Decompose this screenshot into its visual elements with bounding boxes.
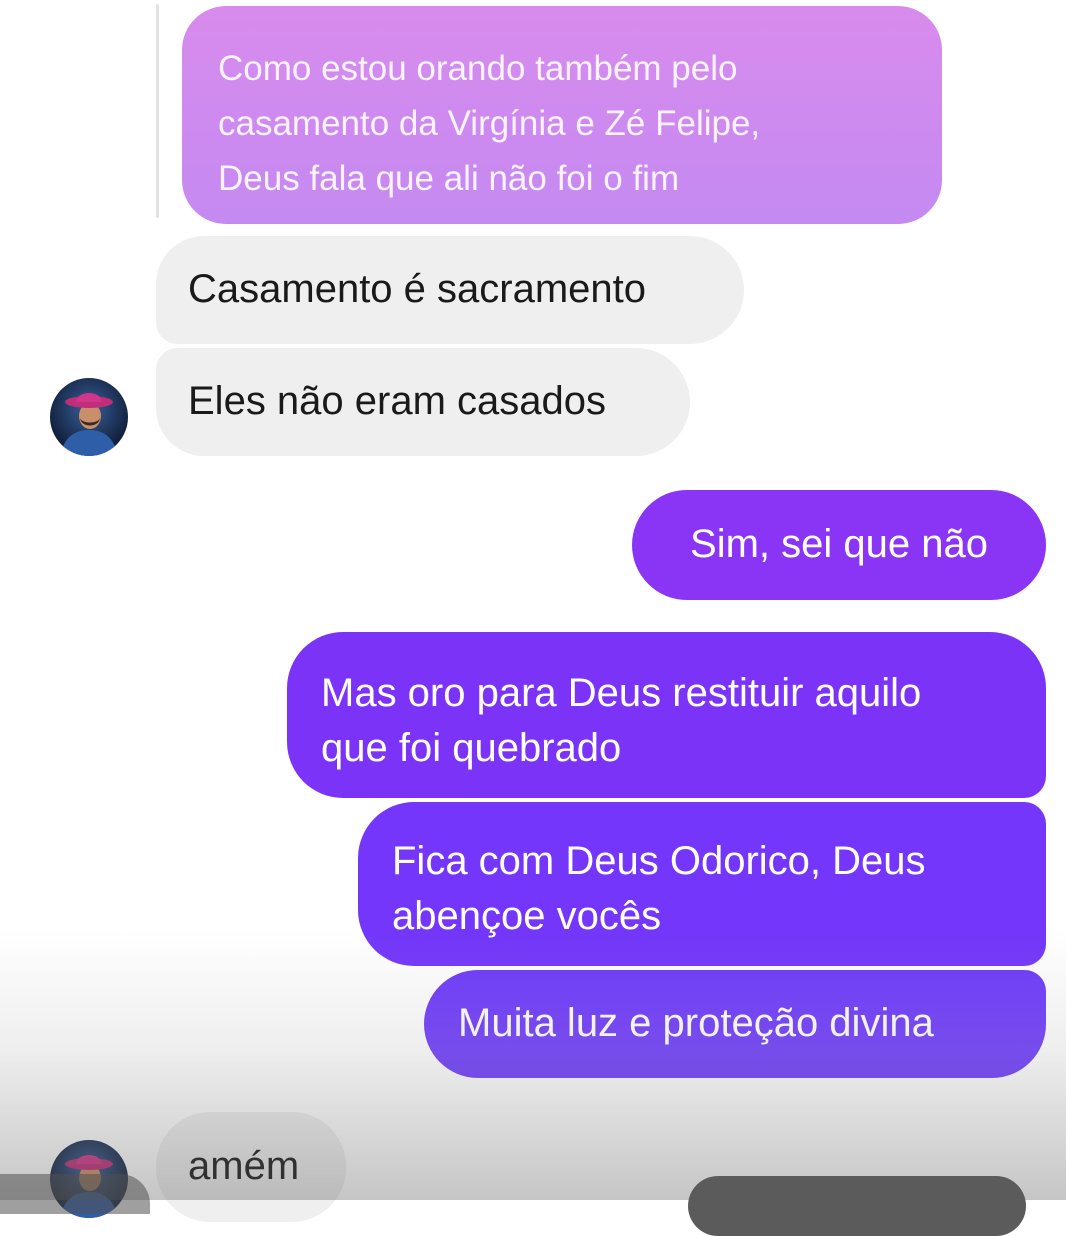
message-text: Sim, sei que não <box>690 522 988 567</box>
message-text: Mas oro para Deus restituir aquilo que f… <box>321 671 922 771</box>
chat-thread: Como estou orando também pelo casamento … <box>0 0 1066 1236</box>
outgoing-message-bubble[interactable]: Fica com Deus Odorico, Deus abençoe você… <box>358 802 1046 966</box>
message-text: Muita luz e proteção divina <box>458 1001 934 1046</box>
outgoing-message-bubble[interactable]: Mas oro para Deus restituir aquilo que f… <box>287 632 1046 798</box>
message-text: Fica com Deus Odorico, Deus abençoe você… <box>392 839 926 939</box>
avatar-icon <box>50 378 128 456</box>
incoming-message-bubble[interactable]: Eles não eram casados <box>156 348 690 456</box>
quoted-message-bubble[interactable]: Como estou orando também pelo casamento … <box>182 6 942 224</box>
bottom-action-pill[interactable] <box>688 1176 1026 1236</box>
reply-indicator-line <box>156 4 159 218</box>
contact-avatar[interactable] <box>50 378 128 456</box>
incoming-message-bubble[interactable]: amém <box>156 1112 346 1222</box>
message-text: Eles não eram casados <box>188 379 607 424</box>
outgoing-message-bubble[interactable]: Sim, sei que não <box>632 490 1046 600</box>
bottom-left-control <box>0 1174 150 1214</box>
message-text: amém <box>188 1144 300 1189</box>
outgoing-message-bubble[interactable]: Muita luz e proteção divina <box>424 970 1046 1078</box>
incoming-message-bubble[interactable]: Casamento é sacramento <box>156 236 744 344</box>
message-text: Casamento é sacramento <box>188 267 647 312</box>
